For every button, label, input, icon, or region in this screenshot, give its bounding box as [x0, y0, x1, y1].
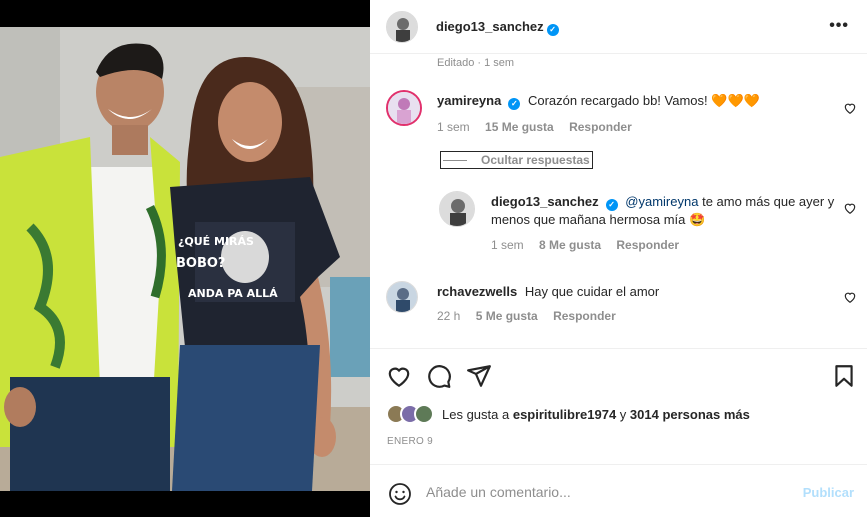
likes-prefix: Les gusta a [442, 406, 510, 422]
add-comment-bar: Publicar [370, 464, 867, 517]
reply-time[interactable]: 1 sem [491, 238, 524, 252]
comment-username[interactable]: rchavezwells [437, 284, 517, 299]
commenter-avatar[interactable] [386, 281, 418, 313]
reply-likes[interactable]: 8 Me gusta [539, 238, 601, 252]
comment-icon[interactable] [426, 363, 452, 389]
publish-button[interactable]: Publicar [803, 485, 854, 500]
emoji-icon[interactable] [388, 482, 412, 506]
comment-likes[interactable]: 5 Me gusta [476, 309, 538, 323]
comment-body: yamireyna ✓ Corazón recargado bb! Vamos! … [437, 92, 837, 110]
verified-badge-icon: ✓ [546, 24, 559, 36]
post-photo[interactable]: ¿QUÉ MIRÁS BOBO? ANDA PA ALLÁ [0, 0, 370, 517]
post-detail-panel: diego13_sanchez ✓ ••• Editado · 1 sem yam… [370, 0, 867, 517]
reply-like-heart-icon[interactable] [843, 201, 857, 215]
photo-illustration: ¿QUÉ MIRÁS BOBO? ANDA PA ALLÁ [0, 27, 370, 491]
likes-summary: Les gusta a espiritulibre1974 y 3014 per… [386, 404, 750, 424]
reply-avatar[interactable] [439, 191, 475, 227]
reply-button[interactable]: Responder [553, 309, 616, 323]
likes-user[interactable]: espiritulibre1974 [513, 407, 616, 422]
post-header: diego13_sanchez ✓ ••• [370, 0, 867, 54]
shirt-print-text-1: ¿QUÉ MIRÁS [178, 235, 254, 248]
edited-label: Editado · 1 sem [437, 57, 515, 69]
liker-avatar [414, 404, 434, 424]
comment-item: rchavezwells Hay que cuidar el amor [437, 283, 837, 301]
comment-meta: 22 h 5 Me gusta Responder [437, 309, 628, 323]
comments-list: Editado · 1 sem yamireyna ✓ Corazón recar… [370, 55, 867, 347]
like-heart-icon[interactable] [386, 363, 412, 389]
share-icon[interactable] [466, 363, 492, 389]
reply-mention[interactable]: @yamireyna [625, 194, 698, 209]
reply-button[interactable]: Responder [569, 120, 632, 134]
author-username-row[interactable]: diego13_sanchez ✓ [436, 19, 559, 36]
reply-item: diego13_sanchez ✓ @yamireyna te amo más q… [491, 193, 836, 229]
commenter-avatar[interactable] [386, 90, 422, 126]
save-bookmark-icon[interactable] [831, 363, 857, 389]
verified-badge-icon: ✓ [508, 98, 521, 110]
post-date[interactable]: ENERO 9 [387, 436, 433, 447]
comment-text: Corazón recargado bb! Vamos! 🧡🧡🧡 [527, 93, 760, 108]
comment-likes[interactable]: 15 Me gusta [485, 120, 554, 134]
shirt-print-text-2: BOBO? [176, 256, 225, 271]
verified-badge-icon: ✓ [605, 199, 618, 211]
post-image: ¿QUÉ MIRÁS BOBO? ANDA PA ALLÁ [0, 27, 370, 491]
likes-middle: y [619, 406, 627, 422]
comment-like-heart-icon[interactable] [843, 290, 857, 304]
liker-avatars [386, 404, 434, 424]
comment-meta: 1 sem 15 Me gusta Responder [437, 120, 644, 134]
comment-item: yamireyna ✓ Corazón recargado bb! Vamos! … [437, 92, 837, 110]
hide-replies-toggle[interactable]: Ocultar respuestas [440, 151, 593, 169]
author-username[interactable]: diego13_sanchez [436, 19, 544, 34]
comment-text: Hay que cuidar el amor [524, 284, 660, 299]
reply-username[interactable]: diego13_sanchez [491, 194, 599, 209]
comment-like-heart-icon[interactable] [843, 101, 857, 115]
comment-body: rchavezwells Hay que cuidar el amor [437, 283, 837, 301]
hide-replies-label: Ocultar respuestas [481, 153, 590, 167]
comment-input[interactable] [426, 484, 786, 500]
author-avatar[interactable] [386, 11, 418, 43]
post-actions [370, 348, 867, 396]
comment-time[interactable]: 1 sem [437, 120, 470, 134]
reply-button[interactable]: Responder [616, 238, 679, 252]
shirt-print-text-3: ANDA PA ALLÁ [188, 287, 278, 300]
more-options-icon[interactable]: ••• [829, 17, 849, 35]
likes-others[interactable]: 3014 personas más [630, 407, 750, 422]
toggle-line [443, 159, 467, 161]
reply-body: diego13_sanchez ✓ @yamireyna te amo más q… [491, 193, 836, 229]
comment-time[interactable]: 22 h [437, 309, 460, 323]
comment-username[interactable]: yamireyna [437, 93, 501, 108]
reply-meta: 1 sem 8 Me gusta Responder [491, 238, 691, 252]
